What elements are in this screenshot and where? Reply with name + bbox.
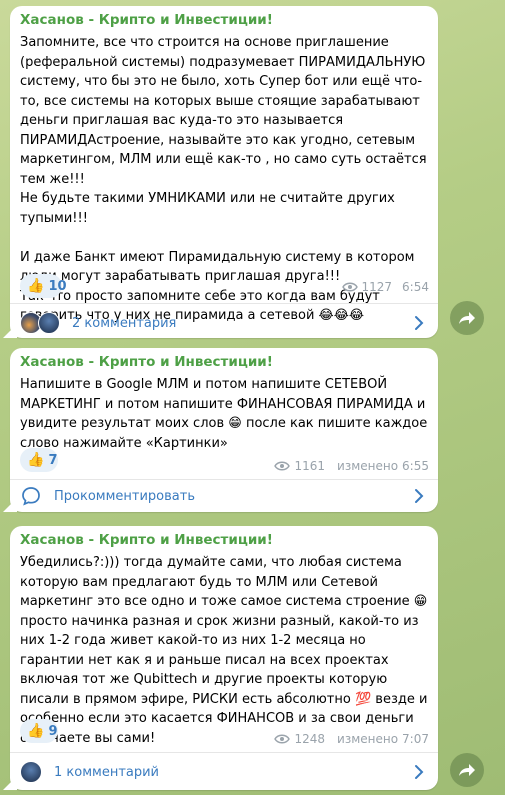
message-time: 7:07 — [402, 732, 429, 746]
views-count: 1127 — [361, 280, 393, 294]
message-meta: 1161 изменено 6:55 — [274, 459, 429, 473]
message-time: 6:55 — [402, 459, 429, 473]
reaction-button[interactable]: 👍 9 — [20, 719, 58, 743]
commenter-avatars — [20, 312, 60, 334]
reaction-button[interactable]: 👍 7 — [20, 448, 58, 472]
thumbs-up-icon: 👍 — [27, 723, 45, 739]
chevron-right-icon — [415, 316, 424, 330]
comments-button[interactable]: 1 комментарий — [10, 753, 438, 791]
message-meta: 1248 изменено 7:07 — [274, 732, 429, 746]
views-eye-icon — [274, 734, 291, 744]
comments-label: 1 комментарий — [54, 764, 160, 780]
thumbs-up-icon: 👍 — [27, 278, 45, 294]
chevron-right-icon — [415, 489, 424, 503]
chevron-right-icon — [415, 765, 424, 779]
comments-label: Прокомментировать — [54, 488, 195, 504]
commenter-avatars — [20, 761, 42, 783]
views-count: 1161 — [294, 459, 326, 473]
reaction-button[interactable]: 👍 10 — [20, 274, 67, 298]
edited-label: изменено — [337, 459, 399, 473]
thumbs-up-icon: 👍 — [27, 452, 45, 468]
message-bubble: Хасанов - Крипто и Инвестиции! Запомните… — [3, 6, 438, 338]
comments-label: 2 комментария — [72, 315, 177, 331]
share-arrow-icon — [459, 312, 475, 324]
message-text: Убедились?:))) тогда думайте сами, что л… — [20, 555, 428, 746]
message-bubble: Хасанов - Крипто и Инвестиции! Напишите … — [3, 348, 438, 512]
channel-name[interactable]: Хасанов - Крипто и Инвестиции! — [20, 354, 273, 370]
channel-name[interactable]: Хасанов - Крипто и Инвестиции! — [20, 12, 273, 28]
reaction-count: 7 — [48, 452, 58, 468]
channel-name[interactable]: Хасанов - Крипто и Инвестиции! — [20, 532, 273, 548]
comment-button[interactable]: Прокомментировать — [10, 480, 438, 512]
message-meta: 1127 6:54 — [341, 280, 429, 294]
avatar — [38, 312, 60, 334]
share-button[interactable] — [450, 301, 484, 335]
share-button[interactable] — [450, 753, 484, 787]
reaction-count: 9 — [48, 723, 58, 739]
edited-label: изменено — [337, 732, 399, 746]
reaction-count: 10 — [48, 278, 67, 294]
message-bubble: Хасанов - Крипто и Инвестиции! Убедились… — [3, 526, 438, 791]
comments-button[interactable]: 2 комментария — [10, 304, 438, 342]
views-eye-icon — [274, 461, 291, 471]
views-count: 1248 — [294, 732, 326, 746]
message-text: Напишите в Google МЛМ и потом напишите С… — [20, 377, 428, 451]
comment-bubble-icon — [22, 487, 40, 506]
message-time: 6:54 — [402, 280, 429, 294]
share-arrow-icon — [459, 764, 475, 776]
avatar — [20, 761, 42, 783]
views-eye-icon — [341, 282, 358, 292]
